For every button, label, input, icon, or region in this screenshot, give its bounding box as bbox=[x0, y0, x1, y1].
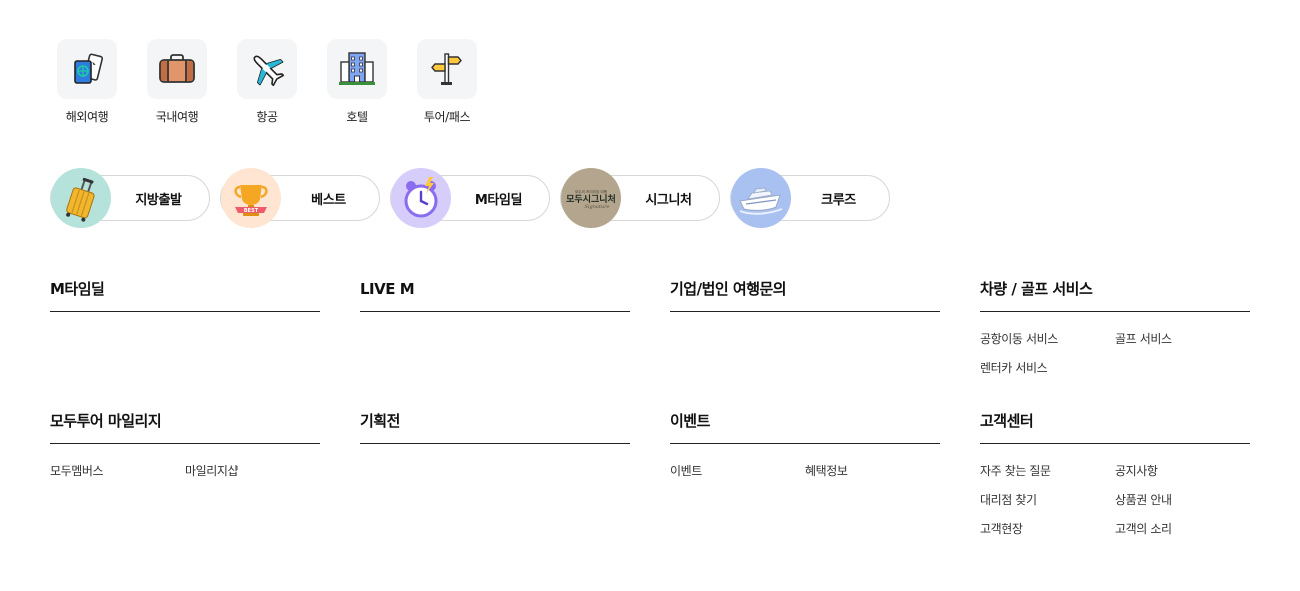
section-title[interactable]: M타임딜 bbox=[50, 279, 320, 312]
link-find-agency[interactable]: 대리점 찾기 bbox=[980, 491, 1115, 509]
suitcase-icon bbox=[147, 39, 207, 99]
link-event[interactable]: 이벤트 bbox=[670, 462, 805, 480]
section-title[interactable]: 기업/법인 여행문의 bbox=[670, 279, 940, 312]
section-title[interactable]: 차량 / 골프 서비스 bbox=[980, 279, 1250, 312]
category-flight[interactable]: 항공 bbox=[222, 39, 312, 125]
category-label: 투어/패스 bbox=[423, 110, 471, 124]
pill-m-time-deal[interactable]: M타임딜 bbox=[390, 168, 550, 228]
link-list: 이벤트 혜택정보 bbox=[670, 462, 940, 480]
link-airport-transfer[interactable]: 공항이동 서비스 bbox=[980, 330, 1115, 348]
section-live-m: LIVE M bbox=[360, 279, 630, 312]
category-overseas-travel[interactable]: 해외여행 bbox=[42, 39, 132, 125]
best-trophy-icon: BEST bbox=[221, 168, 281, 228]
category-label: 항공 bbox=[256, 110, 278, 124]
luggage-icon bbox=[51, 168, 111, 228]
link-list: 공항이동 서비스 골프 서비스 렌터카 서비스 bbox=[980, 330, 1250, 377]
category-label: 국내여행 bbox=[155, 110, 199, 124]
cruise-ship-icon bbox=[731, 168, 791, 228]
section-exhibition: 기획전 bbox=[360, 411, 630, 444]
section-corporate-inquiry: 기업/법인 여행문의 bbox=[670, 279, 940, 312]
link-notice[interactable]: 공지사항 bbox=[1115, 462, 1250, 480]
pill-local-departure[interactable]: 지방출발 bbox=[50, 168, 210, 228]
link-customer-site[interactable]: 고객현장 bbox=[980, 520, 1115, 538]
link-customer-voice[interactable]: 고객의 소리 bbox=[1115, 520, 1250, 538]
link-mileage-shop[interactable]: 마일리지샵 bbox=[185, 462, 320, 480]
pill-label: 크루즈 bbox=[821, 192, 856, 208]
section-customer-center: 고객센터 자주 찾는 질문 공지사항 대리점 찾기 상품권 안내 고객현장 고객… bbox=[980, 411, 1250, 538]
category-label: 호텔 bbox=[346, 110, 368, 124]
link-gift-card-info[interactable]: 상품권 안내 bbox=[1115, 491, 1250, 509]
link-modu-members[interactable]: 모두멤버스 bbox=[50, 462, 185, 480]
section-vehicle-golf: 차량 / 골프 서비스 공항이동 서비스 골프 서비스 렌터카 서비스 bbox=[980, 279, 1250, 377]
section-title[interactable]: 이벤트 bbox=[670, 411, 940, 444]
category-label: 해외여행 bbox=[65, 110, 109, 124]
signpost-icon bbox=[417, 39, 477, 99]
pill-signature[interactable]: 모두의 프리미엄 여행 모두시그니처 Signature 시그니처 bbox=[560, 168, 720, 228]
category-hotel[interactable]: 호텔 bbox=[312, 39, 402, 125]
section-title[interactable]: LIVE M bbox=[360, 279, 630, 312]
section-m-time-deal: M타임딜 bbox=[50, 279, 320, 312]
category-domestic-travel[interactable]: 국내여행 bbox=[132, 39, 222, 125]
section-title[interactable]: 모두투어 마일리지 bbox=[50, 411, 320, 444]
passport-icon bbox=[57, 39, 117, 99]
link-golf-service[interactable]: 골프 서비스 bbox=[1115, 330, 1250, 348]
pill-label: 지방출발 bbox=[135, 192, 182, 208]
category-tour-pass[interactable]: 투어/패스 bbox=[402, 39, 492, 125]
pill-label: 베스트 bbox=[311, 192, 346, 208]
section-mileage: 모두투어 마일리지 모두멤버스 마일리지샵 bbox=[50, 411, 320, 480]
pill-label: 시그니처 bbox=[645, 192, 692, 208]
link-benefit-info[interactable]: 혜택정보 bbox=[805, 462, 940, 480]
pill-best[interactable]: BEST 베스트 bbox=[220, 168, 380, 228]
signature-logo-icon: 모두의 프리미엄 여행 모두시그니처 Signature bbox=[561, 168, 621, 228]
link-list: 모두멤버스 마일리지샵 bbox=[50, 462, 320, 480]
section-event: 이벤트 이벤트 혜택정보 bbox=[670, 411, 940, 480]
pill-cruise[interactable]: 크루즈 bbox=[730, 168, 890, 228]
link-faq[interactable]: 자주 찾는 질문 bbox=[980, 462, 1115, 480]
section-title[interactable]: 고객센터 bbox=[980, 411, 1250, 444]
airplane-icon bbox=[237, 39, 297, 99]
theme-pill-nav: 지방출발 BEST 베스트 M타임딜 모두의 프리미엄 여행 모두시그니처 Si… bbox=[50, 168, 900, 228]
link-list: 자주 찾는 질문 공지사항 대리점 찾기 상품권 안내 고객현장 고객의 소리 bbox=[980, 462, 1250, 538]
pill-label: M타임딜 bbox=[474, 192, 523, 208]
hotel-building-icon bbox=[327, 39, 387, 99]
link-rent-a-car[interactable]: 렌터카 서비스 bbox=[980, 359, 1115, 377]
category-nav: 해외여행 국내여행 항공 호텔 투어/패스 bbox=[42, 39, 492, 125]
svg-text:Signature: Signature bbox=[584, 204, 609, 210]
alarm-clock-icon bbox=[391, 168, 451, 228]
svg-text:BEST: BEST bbox=[244, 208, 259, 214]
svg-text:모두의 프리미엄 여행: 모두의 프리미엄 여행 bbox=[575, 189, 607, 194]
section-title[interactable]: 기획전 bbox=[360, 411, 630, 444]
